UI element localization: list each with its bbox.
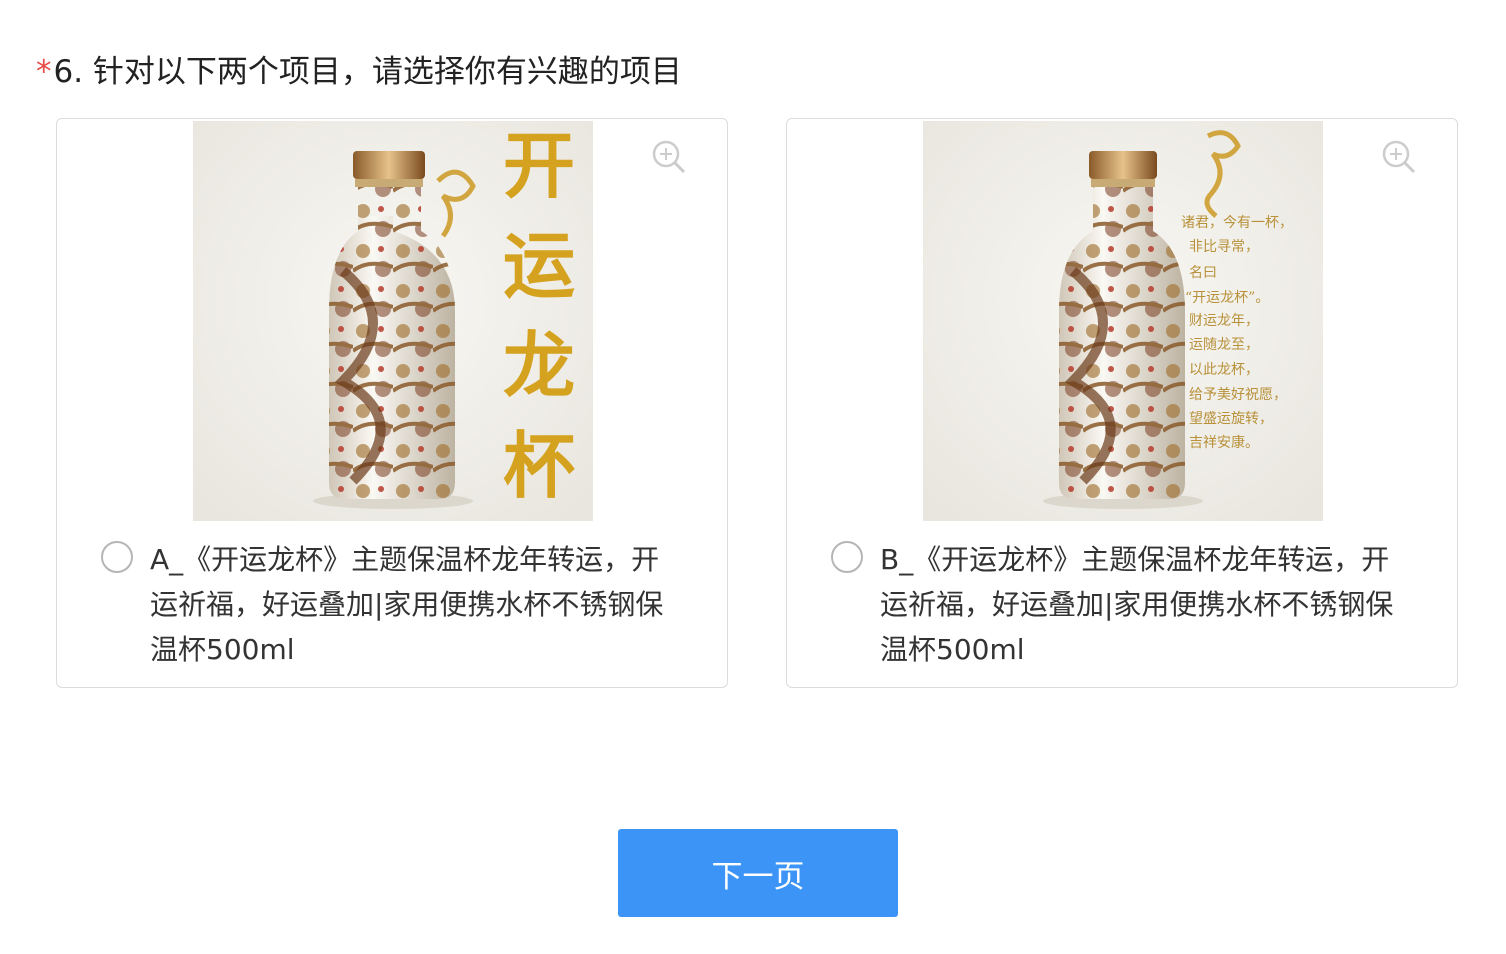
radio-a[interactable] xyxy=(101,541,133,573)
svg-text:运: 运 xyxy=(503,223,575,308)
option-card-a[interactable]: 开 运 龙 杯 A_《开运龙杯》主题保温杯龙年转运，开运祈福，好运叠加|家用便携… xyxy=(56,118,728,688)
product-image-b[interactable]: 诸君，今有一杯， 非比寻常， 名曰 “开运龙杯”。 财运龙年， 运随龙至， 以此… xyxy=(923,121,1323,521)
svg-text:望盛运旋转，: 望盛运旋转， xyxy=(1189,411,1273,427)
zoom-in-icon[interactable] xyxy=(1381,139,1417,175)
vertical-title: 开 xyxy=(503,123,575,208)
svg-text:以此龙杯，: 以此龙杯， xyxy=(1189,362,1259,378)
svg-text:杯: 杯 xyxy=(503,423,575,508)
next-page-button[interactable]: 下一页 xyxy=(618,829,898,917)
svg-text:龙: 龙 xyxy=(503,323,575,408)
svg-text:吉祥安康。: 吉祥安康。 xyxy=(1189,434,1259,451)
svg-text:给予美好祝愿，: 给予美好祝愿， xyxy=(1189,387,1287,403)
svg-text:运随龙至，: 运随龙至， xyxy=(1189,337,1259,353)
required-mark: * xyxy=(36,54,52,90)
svg-text:诸君，今有一杯，: 诸君，今有一杯， xyxy=(1181,215,1293,231)
option-a[interactable]: A_《开运龙杯》主题保温杯龙年转运，开运祈福，好运叠加|家用便携水杯不锈钢保温杯… xyxy=(101,537,681,672)
svg-text:非比寻常，: 非比寻常， xyxy=(1189,239,1259,255)
svg-text:名曰: 名曰 xyxy=(1189,265,1217,281)
option-card-b[interactable]: 诸君，今有一杯， 非比寻常， 名曰 “开运龙杯”。 财运龙年， 运随龙至， 以此… xyxy=(786,118,1458,688)
question-title: *6. 针对以下两个项目，请选择你有兴趣的项目 xyxy=(36,50,682,94)
product-image-a[interactable]: 开 运 龙 杯 xyxy=(193,121,593,521)
option-b[interactable]: B_《开运龙杯》主题保温杯龙年转运，开运祈福，好运叠加|家用便携水杯不锈钢保温杯… xyxy=(831,537,1411,672)
svg-text:财运龙年，: 财运龙年， xyxy=(1189,313,1259,329)
zoom-in-icon[interactable] xyxy=(651,139,687,175)
option-a-label[interactable]: A_《开运龙杯》主题保温杯龙年转运，开运祈福，好运叠加|家用便携水杯不锈钢保温杯… xyxy=(150,537,680,672)
radio-b[interactable] xyxy=(831,541,863,573)
question-text: 6. 针对以下两个项目，请选择你有兴趣的项目 xyxy=(53,54,682,90)
svg-text:“开运龙杯”。: “开运龙杯”。 xyxy=(1185,290,1269,306)
option-b-label[interactable]: B_《开运龙杯》主题保温杯龙年转运，开运祈福，好运叠加|家用便携水杯不锈钢保温杯… xyxy=(880,537,1410,672)
